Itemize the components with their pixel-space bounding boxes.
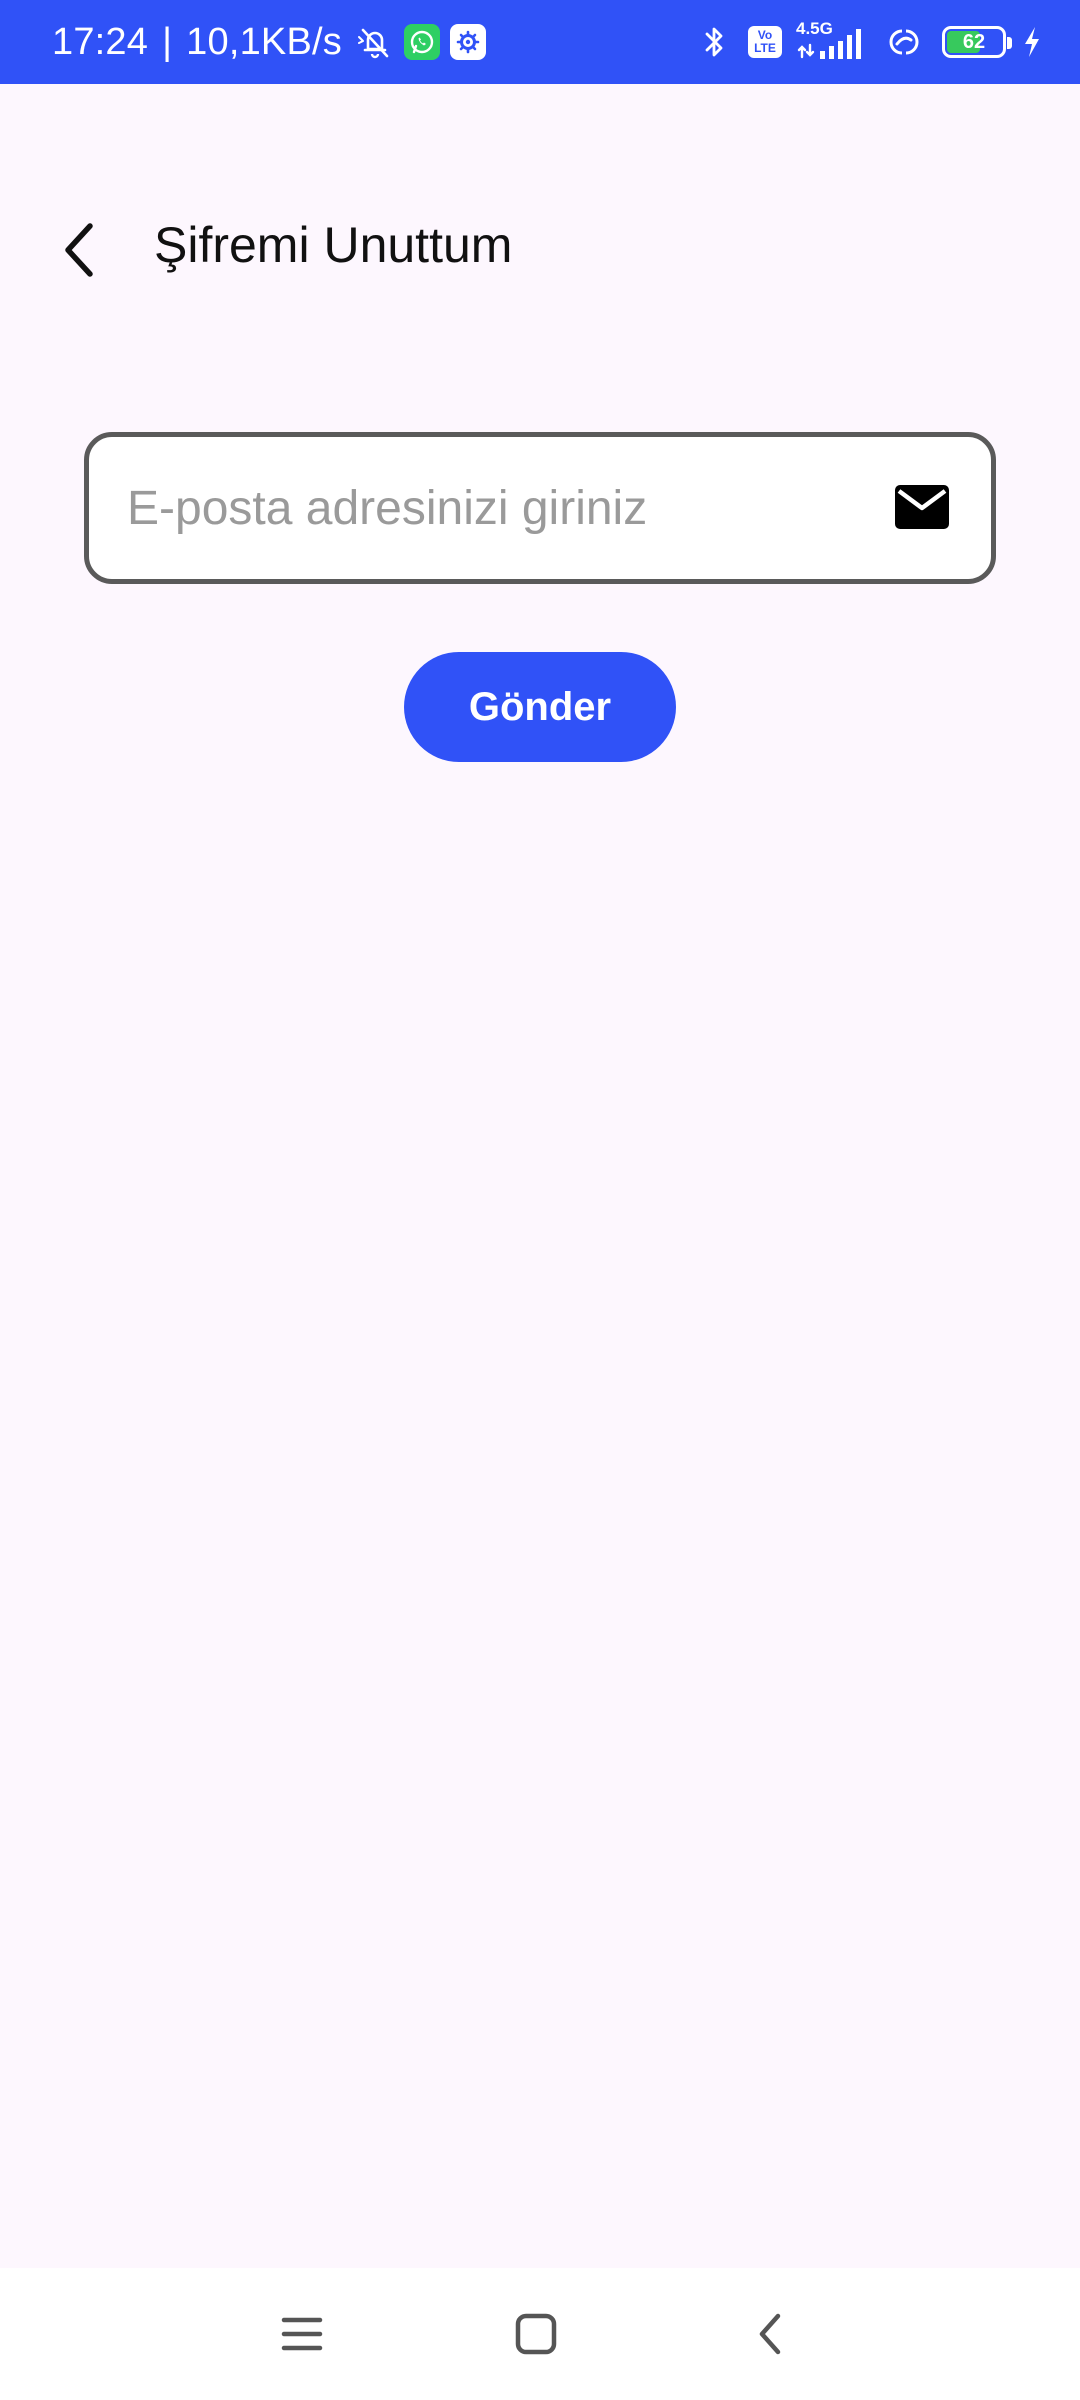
volte-icon: Vo LTE — [748, 26, 782, 58]
page-title: Şifremi Unuttum — [154, 217, 513, 273]
app-bar: Şifremi Unuttum — [0, 180, 1080, 310]
battery-icon: 62 — [942, 26, 1012, 58]
status-time: 17:24 — [52, 20, 149, 63]
nav-home-button[interactable] — [500, 2298, 572, 2370]
email-input[interactable] — [127, 437, 847, 579]
battery-level: 62 — [962, 30, 986, 53]
menu-icon — [281, 2317, 323, 2351]
back-button[interactable] — [38, 210, 118, 290]
mute-icon — [356, 23, 394, 61]
nav-back-button[interactable] — [734, 2298, 806, 2370]
signal-icon: 4.5G — [796, 17, 866, 67]
home-icon — [515, 2313, 557, 2355]
status-bar: 17:24 | 10,1KB/s Vo LTE 4.5G 62 — [0, 0, 1080, 84]
mail-icon — [895, 485, 949, 529]
chevron-left-icon — [65, 223, 93, 277]
battery-nub — [1007, 37, 1012, 49]
status-left: 17:24 | 10,1KB/s — [52, 0, 486, 84]
status-right: Vo LTE 4.5G 62 — [696, 0, 1044, 84]
volte-bottom-label: LTE — [754, 41, 776, 55]
send-button[interactable]: Gönder — [404, 652, 676, 762]
back-icon — [759, 2313, 781, 2355]
hotspot-icon — [880, 23, 928, 61]
status-net-speed: 10,1KB/s — [186, 20, 342, 63]
navigation-bar — [0, 2268, 1080, 2400]
settings-badge-icon — [449, 24, 486, 60]
whatsapp-icon — [403, 24, 440, 60]
status-separator: | — [162, 20, 173, 63]
bluetooth-icon — [696, 23, 734, 61]
nav-menu-button[interactable] — [266, 2298, 338, 2370]
email-field[interactable] — [84, 432, 996, 584]
charging-icon — [1020, 23, 1044, 61]
